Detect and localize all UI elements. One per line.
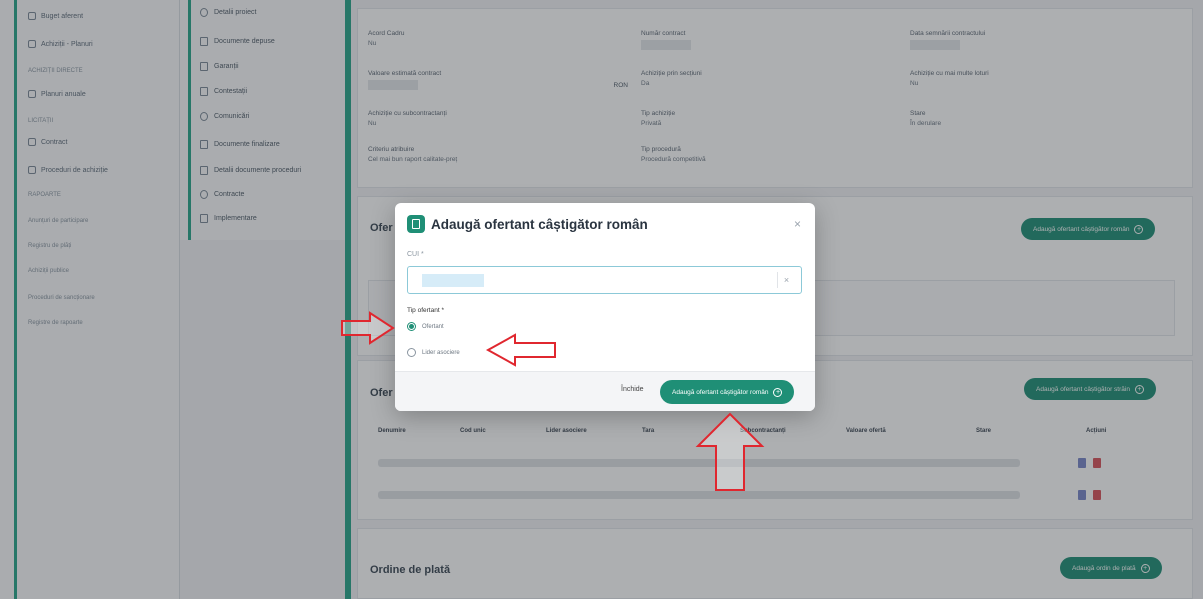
annotation-arrow-right — [341, 311, 395, 345]
cui-selected-value — [422, 274, 484, 287]
plus-icon: + — [773, 387, 783, 397]
add-winner-submit-button[interactable]: Adaugă ofertant câștigător român + — [660, 380, 795, 404]
annotation-arrow-up — [695, 412, 765, 491]
annotation-arrow-left — [485, 333, 556, 367]
offeror-type-label: Tip ofertant * — [407, 307, 444, 314]
cui-select-field[interactable]: × — [407, 266, 802, 294]
modal-title: Adaugă ofertant câștigător român — [431, 217, 648, 232]
add-winner-modal: Adaugă ofertant câștigător român × CUI *… — [395, 203, 815, 411]
radio-association-leader[interactable]: Lider asociere — [407, 348, 460, 357]
radio-checked-icon[interactable] — [407, 322, 416, 331]
modal-header: Adaugă ofertant câștigător român × — [395, 203, 815, 247]
radio-offeror[interactable]: Ofertant — [407, 322, 444, 331]
document-icon — [407, 215, 425, 233]
cui-label: CUI * — [407, 251, 424, 258]
clear-icon[interactable]: × — [777, 272, 795, 288]
close-icon[interactable]: × — [794, 217, 801, 231]
modal-footer: Închide Adaugă ofertant câștigător român… — [395, 371, 815, 411]
close-button[interactable]: Închide — [621, 386, 644, 393]
radio-unchecked-icon[interactable] — [407, 348, 416, 357]
